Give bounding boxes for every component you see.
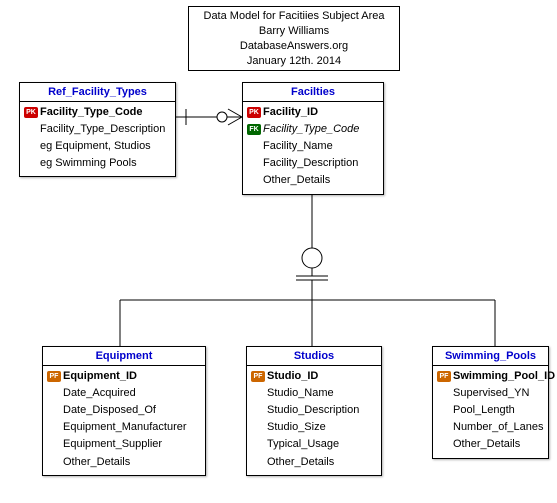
- attribute-row: Studio_Name: [251, 385, 377, 402]
- entity-body: PKFacility_IDFKFacility_Type_CodeFacilit…: [243, 102, 383, 193]
- pk-fk-icon: PF: [251, 371, 265, 382]
- attribute-row: Typical_Usage: [251, 436, 377, 453]
- attribute-name: Number_of_Lanes: [453, 419, 544, 436]
- attribute-row: Supervised_YN: [437, 385, 544, 402]
- attribute-name: Swimming_Pool_ID: [453, 368, 555, 385]
- attribute-row: PFSwimming_Pool_ID: [437, 368, 544, 385]
- attribute-name: Typical_Usage: [267, 436, 377, 453]
- attribute-row: Facility_Description: [247, 155, 379, 172]
- attribute-name: Studio_Name: [267, 385, 377, 402]
- attribute-row: FKFacility_Type_Code: [247, 121, 379, 138]
- attribute-row: Other_Details: [251, 454, 377, 471]
- entity-studios: Studios PFStudio_IDStudio_NameStudio_Des…: [246, 346, 382, 476]
- attribute-name: Pool_Length: [453, 402, 544, 419]
- attribute-name: Supervised_YN: [453, 385, 544, 402]
- entity-equipment: Equipment PFEquipment_IDDate_AcquiredDat…: [42, 346, 206, 476]
- foreign-key-icon: FK: [247, 124, 261, 135]
- attribute-row: Facility_Name: [247, 138, 379, 155]
- attribute-row: eg Equipment, Studios: [24, 138, 171, 155]
- key-indicator: FK: [247, 124, 263, 135]
- attribute-name: Studio_Size: [267, 419, 377, 436]
- entity-header: Facilties: [243, 83, 383, 102]
- entity-header: Ref_Facility_Types: [20, 83, 175, 102]
- attribute-row: Other_Details: [47, 454, 201, 471]
- attribute-name: Studio_Description: [267, 402, 377, 419]
- entity-header: Swimming_Pools: [433, 347, 548, 366]
- attribute-name: Equipment_ID: [63, 368, 201, 385]
- attribute-row: Equipment_Manufacturer: [47, 419, 201, 436]
- key-indicator: PF: [437, 371, 453, 382]
- attribute-name: Facility_Name: [263, 138, 379, 155]
- attribute-row: Equipment_Supplier: [47, 436, 201, 453]
- attribute-name: Facility_Type_Code: [263, 121, 379, 138]
- attribute-row: eg Swimming Pools: [24, 155, 171, 172]
- attribute-row: PFStudio_ID: [251, 368, 377, 385]
- key-indicator: PF: [47, 371, 63, 382]
- attribute-name: Facility_Type_Description: [40, 121, 171, 138]
- attribute-name: Equipment_Manufacturer: [63, 419, 201, 436]
- attribute-name: Facility_Type_Code: [40, 104, 171, 121]
- entity-swimming-pools: Swimming_Pools PFSwimming_Pool_IDSupervi…: [432, 346, 549, 459]
- primary-key-icon: PK: [247, 107, 261, 118]
- attribute-name: Facility_Description: [263, 155, 379, 172]
- attribute-name: eg Equipment, Studios: [40, 138, 171, 155]
- attribute-row: PKFacility_Type_Code: [24, 104, 171, 121]
- attribute-name: Date_Disposed_Of: [63, 402, 201, 419]
- title-line-2: Barry Williams: [197, 24, 391, 39]
- attribute-row: Date_Disposed_Of: [47, 402, 201, 419]
- attribute-row: Date_Acquired: [47, 385, 201, 402]
- attribute-row: PKFacility_ID: [247, 104, 379, 121]
- attribute-row: Facility_Type_Description: [24, 121, 171, 138]
- attribute-name: Other_Details: [63, 454, 201, 471]
- entity-header: Studios: [247, 347, 381, 366]
- attribute-name: Studio_ID: [267, 368, 377, 385]
- attribute-name: eg Swimming Pools: [40, 155, 171, 172]
- attribute-row: Other_Details: [247, 172, 379, 189]
- entity-header: Equipment: [43, 347, 205, 366]
- pk-fk-icon: PF: [47, 371, 61, 382]
- entity-facilities: Facilties PKFacility_IDFKFacility_Type_C…: [242, 82, 384, 195]
- attribute-row: Pool_Length: [437, 402, 544, 419]
- title-line-3: DatabaseAnswers.org: [197, 39, 391, 54]
- attribute-name: Date_Acquired: [63, 385, 201, 402]
- attribute-row: Other_Details: [437, 436, 544, 453]
- title-line-4: January 12th. 2014: [197, 54, 391, 69]
- entity-body: PFEquipment_IDDate_AcquiredDate_Disposed…: [43, 366, 205, 474]
- pk-fk-icon: PF: [437, 371, 451, 382]
- attribute-name: Facility_ID: [263, 104, 379, 121]
- diagram-title-box: Data Model for Facitiies Subject Area Ba…: [188, 6, 400, 71]
- attribute-row: Studio_Size: [251, 419, 377, 436]
- key-indicator: PK: [247, 107, 263, 118]
- attribute-row: Studio_Description: [251, 402, 377, 419]
- attribute-name: Other_Details: [263, 172, 379, 189]
- attribute-row: Number_of_Lanes: [437, 419, 544, 436]
- entity-body: PFSwimming_Pool_IDSupervised_YNPool_Leng…: [433, 366, 548, 457]
- attribute-name: Other_Details: [453, 436, 544, 453]
- attribute-row: PFEquipment_ID: [47, 368, 201, 385]
- key-indicator: PK: [24, 107, 40, 118]
- entity-ref-facility-types: Ref_Facility_Types PKFacility_Type_CodeF…: [19, 82, 176, 177]
- attribute-name: Equipment_Supplier: [63, 436, 201, 453]
- entity-body: PKFacility_Type_CodeFacility_Type_Descri…: [20, 102, 175, 176]
- attribute-name: Other_Details: [267, 454, 377, 471]
- key-indicator: PF: [251, 371, 267, 382]
- primary-key-icon: PK: [24, 107, 38, 118]
- entity-body: PFStudio_IDStudio_NameStudio_Description…: [247, 366, 381, 474]
- title-line-1: Data Model for Facitiies Subject Area: [197, 9, 391, 24]
